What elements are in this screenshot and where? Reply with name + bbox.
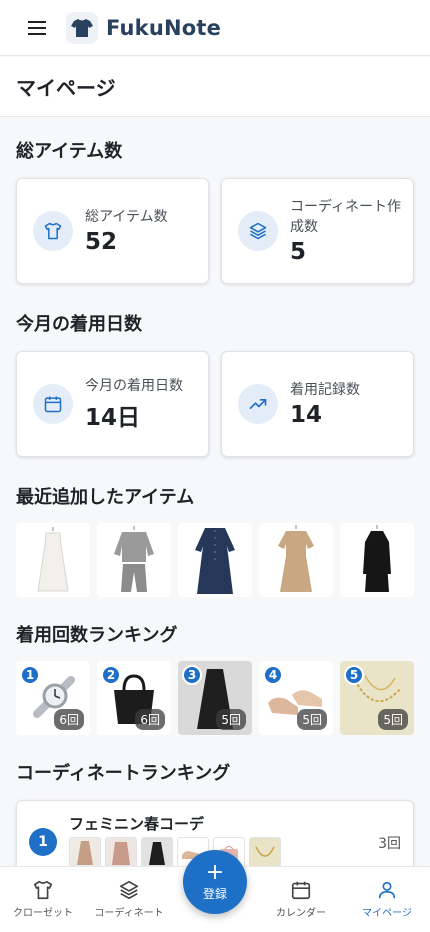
- wear-count-badge: 6回: [54, 709, 84, 730]
- rank-badge: 1: [29, 828, 57, 856]
- stat-card-coordinates[interactable]: コーディネート作成数 5: [221, 178, 414, 284]
- stat-label: 着用記録数: [290, 382, 360, 398]
- stat-label: 総アイテム数: [85, 209, 168, 225]
- recent-item-navy-dress[interactable]: [178, 523, 252, 597]
- coord-name: フェミニン春コーデ: [69, 815, 205, 833]
- coord-thumb-skirt: [141, 837, 173, 867]
- wear-ranking-row: 1 6回 2 6回 3 5回 4 5回 5 5回: [0, 661, 430, 735]
- layers-icon: [119, 880, 139, 900]
- rank-badge: 5: [344, 665, 364, 685]
- app-header: FukuNote: [0, 0, 430, 56]
- nav-coordinate[interactable]: コーディネート: [86, 879, 172, 919]
- coord-thumb-necklace: [249, 837, 281, 867]
- ranking-item-watch[interactable]: 1 6回: [16, 661, 90, 735]
- nav-label: コーディネート: [94, 908, 164, 919]
- section-title-wear-ranking: 着用回数ランキング: [16, 625, 178, 646]
- ranking-item-pumps[interactable]: 4 5回: [259, 661, 333, 735]
- plus-icon: +: [205, 859, 225, 885]
- recent-item-beige-dress[interactable]: [259, 523, 333, 597]
- wear-count-badge: 6回: [135, 709, 165, 730]
- rank-badge: 2: [101, 665, 121, 685]
- recent-item-gray-setup[interactable]: [97, 523, 171, 597]
- shirt-icon: [33, 211, 73, 251]
- stat-value: 14日: [85, 405, 141, 431]
- nav-label: クローゼット: [13, 908, 73, 919]
- recent-item-white-dress[interactable]: [16, 523, 90, 597]
- stat-card-wear-records[interactable]: 着用記録数 14: [221, 351, 414, 457]
- nav-label: マイページ: [362, 908, 412, 919]
- fab-label: 登録: [202, 886, 227, 901]
- bottom-navigation: クローゼット コーディネート + 登録 カレンダー マイページ: [0, 850, 430, 932]
- rank-badge: 1: [20, 665, 40, 685]
- page-title: マイページ: [16, 76, 116, 100]
- wear-count-badge: 5回: [297, 709, 327, 730]
- section-title-total-items: 総アイテム数: [16, 141, 123, 162]
- recent-items-row: [0, 523, 430, 597]
- stat-label: コーディネート作成数: [290, 199, 402, 235]
- stats-row-wear: 今月の着用日数 14日 着用記録数 14: [0, 351, 430, 457]
- ranking-item-tote-bag[interactable]: 2 6回: [97, 661, 171, 735]
- coord-thumb-cardigan: [105, 837, 137, 867]
- stat-label: 今月の着用日数: [85, 378, 183, 394]
- hamburger-menu-button[interactable]: [22, 13, 52, 43]
- section-title-coord-ranking: コーディネートランキング: [16, 763, 231, 784]
- calendar-icon: [291, 881, 311, 900]
- rank-badge: 3: [182, 665, 202, 685]
- wear-count-badge: 5回: [216, 709, 246, 730]
- shirt-icon: [33, 880, 53, 900]
- menu-icon: [28, 20, 46, 35]
- section-title-recent-items: 最近追加したアイテム: [16, 487, 195, 508]
- coord-wear-count: 3回: [378, 836, 401, 852]
- stat-value: 5: [290, 239, 307, 265]
- coord-item-thumbnails: [69, 837, 281, 867]
- layers-icon: [238, 211, 278, 251]
- nav-label: カレンダー: [276, 908, 326, 919]
- stat-value: 14: [290, 402, 323, 428]
- user-icon: [378, 881, 396, 899]
- rank-badge: 4: [263, 665, 283, 685]
- coord-thumb-dress: [69, 837, 101, 867]
- section-title-wear-days: 今月の着用日数: [16, 314, 142, 335]
- trending-up-icon: [238, 384, 278, 424]
- page-title-bar: マイページ: [0, 57, 430, 117]
- tshirt-logo-icon: [66, 11, 98, 44]
- ranking-item-necklace[interactable]: 5 5回: [340, 661, 414, 735]
- nav-calendar[interactable]: カレンダー: [258, 879, 344, 919]
- recent-item-black-dress[interactable]: [340, 523, 414, 597]
- stats-row-items: 総アイテム数 52 コーディネート作成数 5: [0, 178, 430, 284]
- register-fab-button[interactable]: + 登録: [183, 850, 247, 914]
- nav-mypage[interactable]: マイページ: [344, 879, 430, 919]
- app-logo[interactable]: FukuNote: [66, 11, 222, 44]
- app-title: FukuNote: [106, 15, 222, 40]
- nav-closet[interactable]: クローゼット: [0, 879, 86, 919]
- main-content[interactable]: マイページ 総アイテム数 総アイテム数 52 コーディネート作成数 5 今月の着…: [0, 57, 430, 867]
- wear-count-badge: 5回: [378, 709, 408, 730]
- stat-card-total-items[interactable]: 総アイテム数 52: [16, 178, 209, 284]
- calendar-icon: [33, 384, 73, 424]
- stat-value: 52: [85, 229, 118, 255]
- stat-card-wear-days[interactable]: 今月の着用日数 14日: [16, 351, 209, 457]
- ranking-item-skirt[interactable]: 3 5回: [178, 661, 252, 735]
